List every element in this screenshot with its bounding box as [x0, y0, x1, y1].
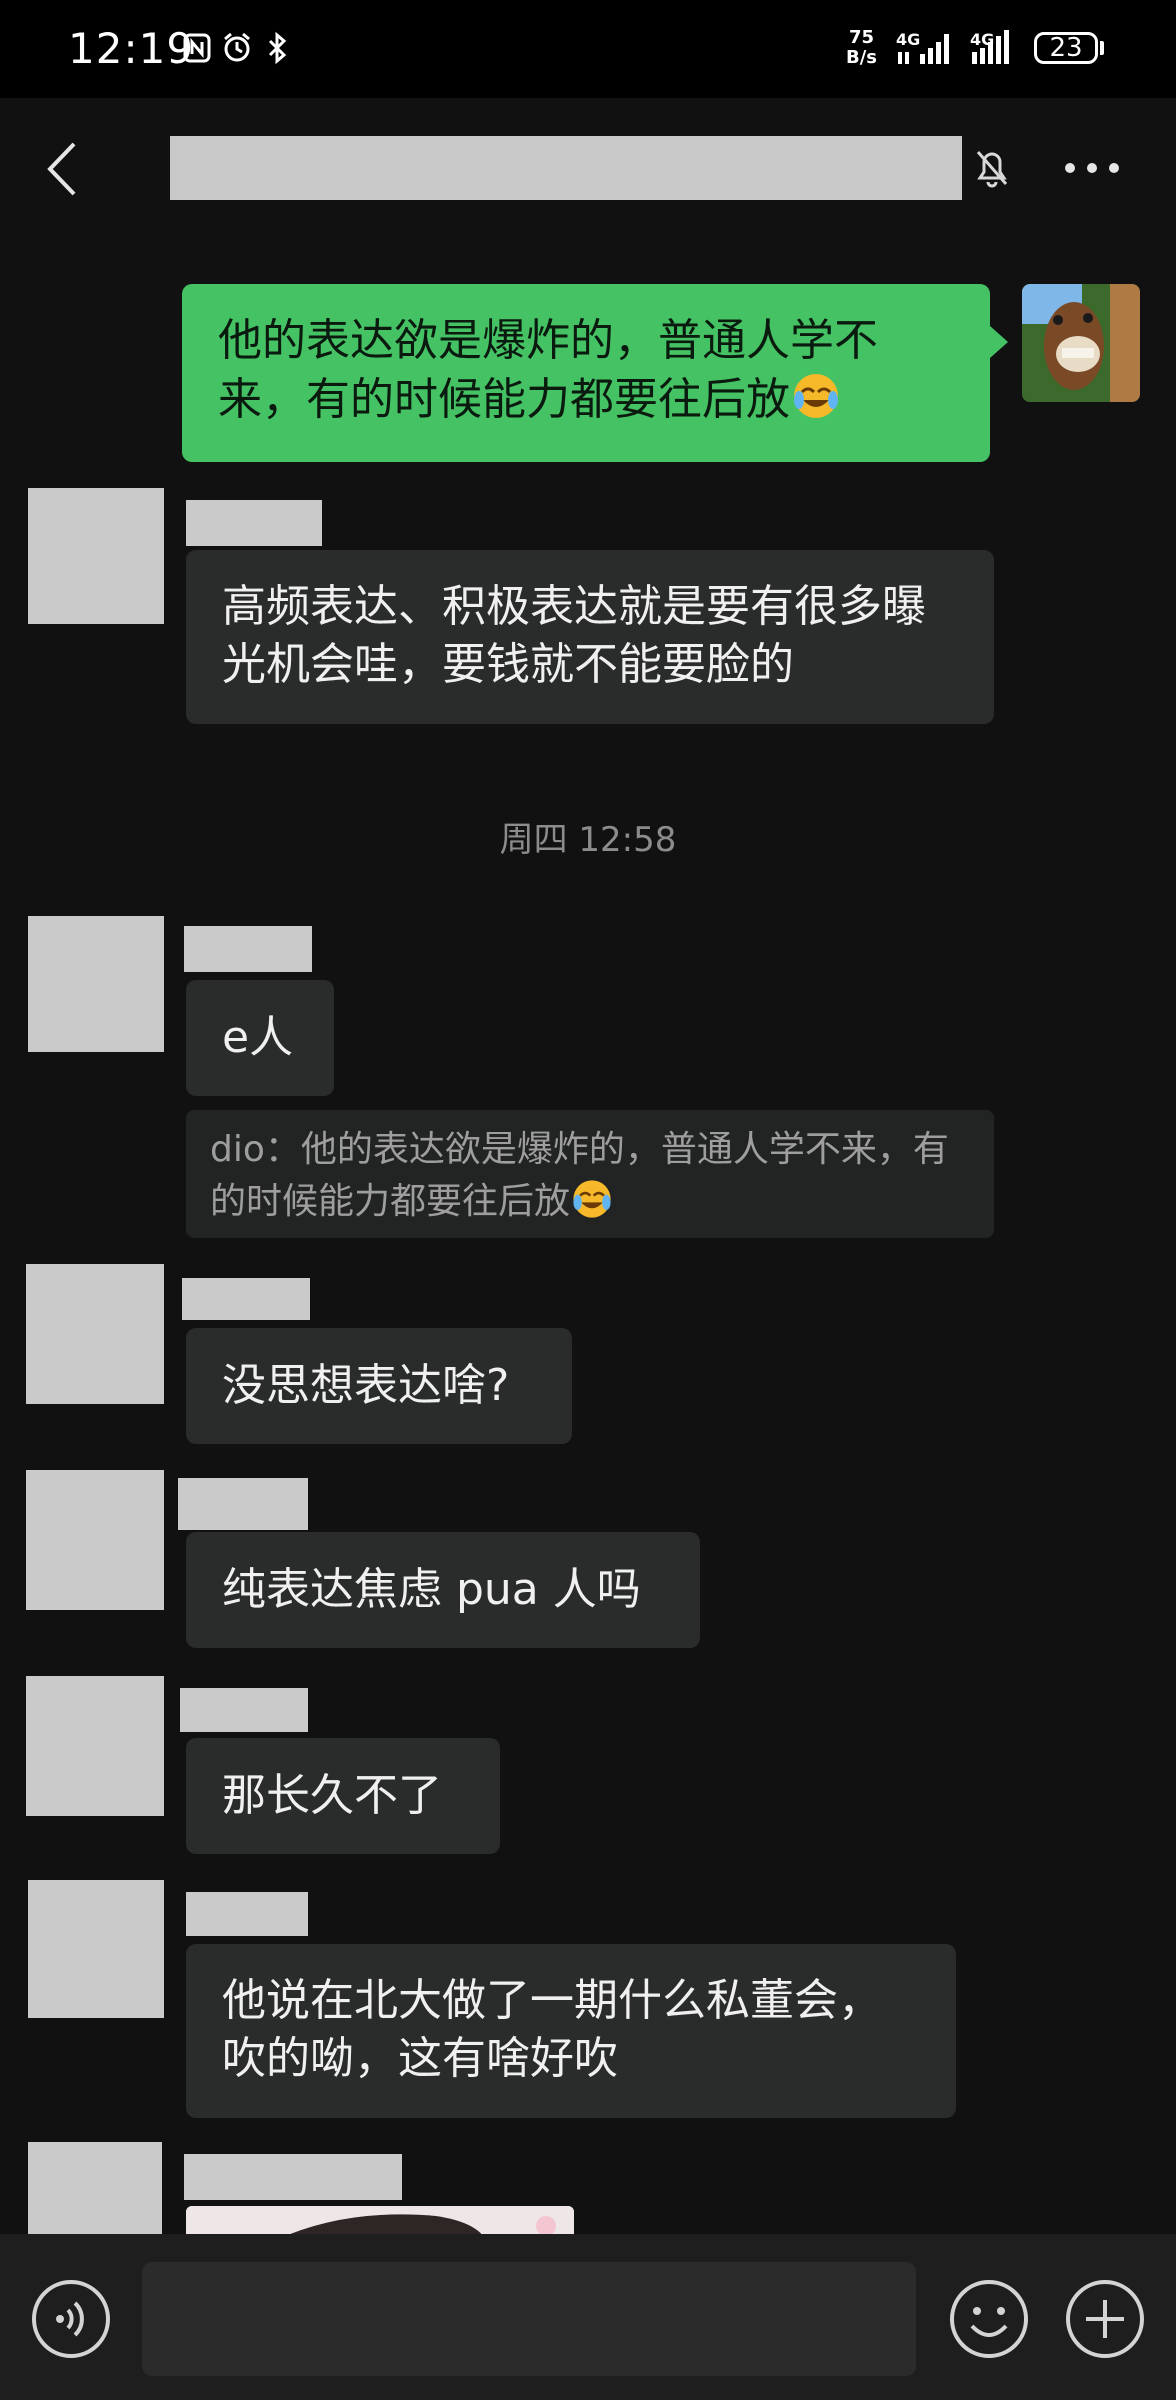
message-text: e人 [222, 1012, 294, 1063]
more-icon[interactable] [1064, 162, 1120, 174]
mute-icon [976, 151, 1008, 188]
sender-name-redacted [180, 1688, 308, 1732]
my-bubble-tail [990, 326, 1008, 358]
message-bubble[interactable]: 他说在北大做了一期什么私董会，吹的呦，这有啥好吹 [186, 1944, 956, 2118]
sender-name-redacted [184, 926, 312, 972]
message-text: 那长久不了 [222, 1770, 442, 1821]
contact-avatar-redacted[interactable] [28, 916, 164, 1052]
message-bubble[interactable]: e人 [186, 980, 334, 1096]
my-avatar[interactable] [1022, 284, 1140, 402]
status-time: 12:19 [68, 24, 195, 73]
sender-name-redacted [184, 2154, 402, 2200]
back-icon[interactable] [44, 140, 80, 198]
message-bubble[interactable]: 高频表达、积极表达就是要有很多曝光机会哇，要钱就不能要脸的 [186, 550, 994, 724]
sender-name-redacted [186, 1892, 308, 1936]
bluetooth-icon [268, 31, 287, 65]
battery-icon: 23 [1034, 32, 1098, 64]
status-bar: 12:19 75 B/s 4G 4G 23 [0, 0, 1176, 98]
contact-avatar-redacted[interactable] [28, 488, 164, 624]
message-bubble[interactable]: 那长久不了 [186, 1738, 500, 1854]
network-speed: 75 B/s [846, 28, 877, 68]
contact-avatar-redacted[interactable] [26, 1470, 164, 1610]
my-message-bubble[interactable]: 他的表达欲是爆炸的，普通人学不来，有的时候能力都要往后放 [182, 284, 990, 462]
time-divider: 周四 12:58 [499, 820, 677, 860]
laugh-crying-emoji-icon [573, 1180, 611, 1218]
sender-name-redacted [186, 500, 322, 546]
speed-value: 75 [848, 27, 875, 48]
voice-icon[interactable] [30, 2278, 112, 2360]
message-text: 他的表达欲是爆炸的，普通人学不来，有的时候能力都要往后放 [218, 315, 878, 425]
message-bubble[interactable]: 纯表达焦虑 pua 人吗 [186, 1532, 700, 1648]
sender-name-redacted [182, 1278, 310, 1320]
chat-title-redacted [170, 136, 962, 200]
plus-icon[interactable] [1064, 2278, 1146, 2360]
quoted-message[interactable]: dio：他的表达欲是爆炸的，普通人学不来，有的时候能力都要往后放 [186, 1110, 994, 1238]
sender-name-redacted [178, 1478, 308, 1530]
laugh-crying-emoji-icon [794, 374, 838, 418]
contact-avatar-redacted[interactable] [26, 1676, 164, 1816]
message-input[interactable] [142, 2262, 916, 2376]
horse-avatar-image [1022, 284, 1140, 402]
contact-avatar-redacted[interactable] [26, 1264, 164, 1404]
message-text: 纯表达焦虑 pua 人吗 [222, 1564, 641, 1615]
nfc-icon [183, 33, 211, 63]
battery-tip [1100, 41, 1104, 55]
message-bubble[interactable]: 没思想表达啥? [186, 1328, 572, 1444]
emoji-icon[interactable] [948, 2278, 1030, 2360]
message-text: 高频表达、积极表达就是要有很多曝光机会哇，要钱就不能要脸的 [222, 581, 926, 690]
alarm-icon [224, 32, 250, 62]
contact-avatar-redacted[interactable] [28, 2142, 162, 2234]
contact-avatar-redacted[interactable] [28, 1880, 164, 2018]
message-text: 他说在北大做了一期什么私董会，吹的呦，这有啥好吹 [222, 1975, 882, 2084]
message-text: 没思想表达啥? [222, 1360, 510, 1411]
speed-unit: B/s [846, 47, 878, 68]
status-notification-icons [182, 30, 292, 66]
